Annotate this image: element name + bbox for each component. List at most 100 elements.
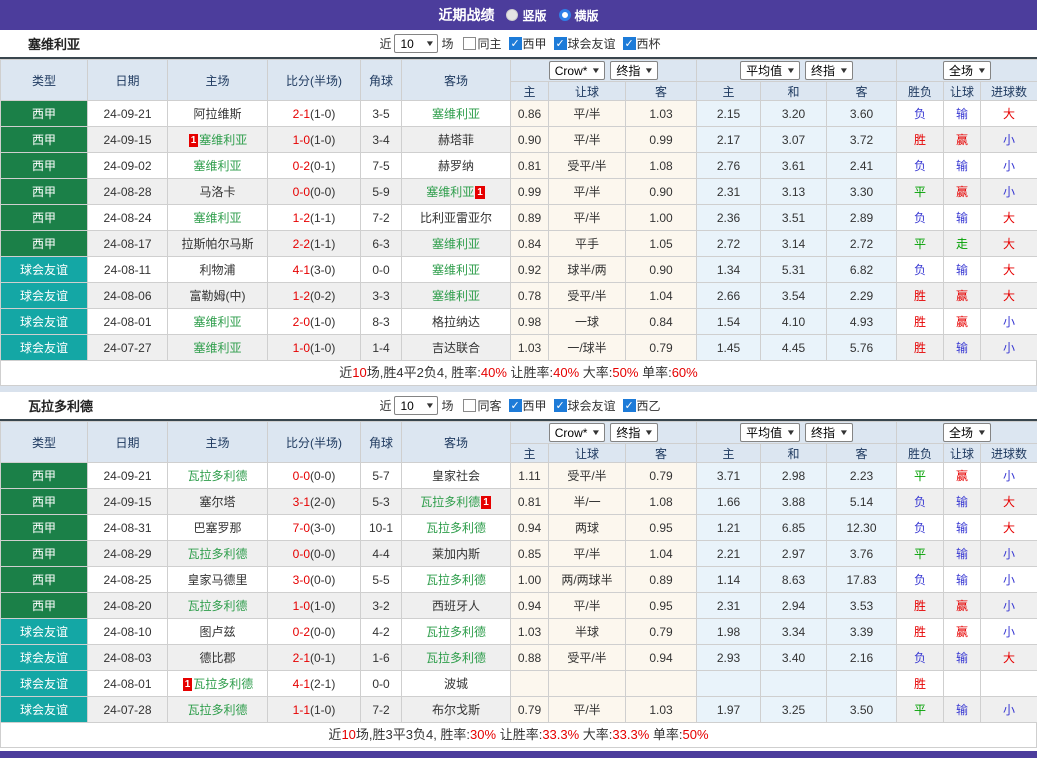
avg-away-odds: 6.82: [827, 257, 897, 283]
col-avg-home: 主: [697, 444, 761, 463]
radio-unselected-icon[interactable]: [559, 9, 571, 21]
result-wdl: 负: [897, 645, 944, 671]
halftime-score: (0-0): [310, 625, 335, 639]
crow-home-odds: 1.03: [511, 619, 549, 645]
fulltime-score: 4-1: [293, 263, 310, 277]
avg-away-odds: 3.39: [827, 619, 897, 645]
home-team: 1瓦拉多利德: [168, 671, 268, 697]
avg-away-odds: 2.29: [827, 283, 897, 309]
filter-club-friendly[interactable]: 球会友谊: [547, 397, 616, 414]
result-goals: 小: [981, 593, 1037, 619]
halftime-score: (3-0): [310, 521, 335, 535]
filter-laliga[interactable]: 西甲: [502, 397, 547, 414]
fulltime-score: 0-2: [293, 625, 310, 639]
filter-same-away[interactable]: 同客: [456, 397, 501, 414]
checkbox-icon[interactable]: [623, 37, 636, 50]
checkbox-icon[interactable]: [623, 399, 636, 412]
team-title: 塞维利亚: [28, 34, 80, 53]
crow-home-odds: 0.98: [511, 309, 549, 335]
corners-value: 5-5: [361, 567, 402, 593]
col-crow-home: 主: [511, 82, 549, 101]
average-select[interactable]: 平均值▼: [740, 61, 800, 80]
checkbox-icon[interactable]: [509, 399, 522, 412]
home-team: 拉斯帕尔马斯: [168, 231, 268, 257]
average-final-select[interactable]: 终指▼: [805, 423, 853, 442]
halftime-score: (0-0): [310, 185, 335, 199]
team-name: 瓦拉多利德: [426, 521, 486, 535]
scope-select[interactable]: 全场▼: [943, 423, 991, 442]
radio-selected-icon[interactable]: [506, 9, 518, 21]
league-badge: 球会友谊: [1, 671, 88, 697]
team-name: 瓦拉多利德: [426, 651, 486, 665]
crow-final-select[interactable]: 终指▼: [610, 61, 658, 80]
avg-home-odds: 2.21: [697, 541, 761, 567]
home-team: 瓦拉多利德: [168, 593, 268, 619]
result-goals: 小: [981, 619, 1037, 645]
corners-value: 3-2: [361, 593, 402, 619]
scope-select[interactable]: 全场▼: [943, 61, 991, 80]
league-badge: 西甲: [1, 489, 88, 515]
col-crow-home: 主: [511, 444, 549, 463]
chevron-down-icon: ▼: [977, 428, 987, 437]
away-team: 瓦拉多利德: [402, 567, 511, 593]
filter-club-friendly[interactable]: 球会友谊: [547, 35, 616, 52]
chevron-down-icon: ▼: [786, 428, 796, 437]
filter-laliga[interactable]: 西甲: [502, 35, 547, 52]
col-crow-line: 让球: [549, 82, 626, 101]
avg-home-odds: 1.34: [697, 257, 761, 283]
team-name: 格拉纳达: [432, 315, 480, 329]
average-select[interactable]: 平均值▼: [740, 423, 800, 442]
league-badge: 西甲: [1, 127, 88, 153]
filter-segunda[interactable]: 西乙: [616, 397, 661, 414]
checkbox-icon[interactable]: [554, 37, 567, 50]
average-final-select[interactable]: 终指▼: [805, 61, 853, 80]
crow-company-select[interactable]: Crow*▼: [549, 423, 606, 442]
result-handicap: 赢: [944, 463, 981, 489]
away-team: 瓦拉多利德: [402, 619, 511, 645]
checkbox-icon[interactable]: [463, 399, 476, 412]
checkbox-icon[interactable]: [554, 399, 567, 412]
crow-away-odds: 1.03: [626, 697, 697, 723]
match-date: 24-08-03: [88, 645, 168, 671]
score-cell: 0-2(0-0): [268, 619, 361, 645]
match-date: 24-08-28: [88, 179, 168, 205]
league-badge: 球会友谊: [1, 283, 88, 309]
average-final-value: 终指: [811, 62, 835, 79]
layout-radio-horizontal[interactable]: 横版: [559, 7, 599, 24]
summary-part: 场,胜3平3负4, 胜率:: [356, 727, 470, 742]
halftime-score: (3-0): [310, 263, 335, 277]
avg-draw-odds: 3.13: [761, 179, 827, 205]
score-cell: 3-1(2-0): [268, 489, 361, 515]
crow-home-odds: 0.89: [511, 205, 549, 231]
crow-handicap: 两球: [549, 515, 626, 541]
result-goals: [981, 671, 1037, 697]
checkbox-icon[interactable]: [463, 37, 476, 50]
match-row: 西甲24-09-151塞维利亚1-0(1-0)3-4赫塔菲0.90平/半0.99…: [1, 127, 1037, 153]
crow-company-select[interactable]: Crow*▼: [549, 61, 606, 80]
recent-count-select[interactable]: 10 ▼: [394, 34, 438, 53]
layout-radio-vertical[interactable]: 竖版: [506, 7, 546, 24]
crow-final-select[interactable]: 终指▼: [610, 423, 658, 442]
away-team: 塞维利亚: [402, 257, 511, 283]
filter-copa[interactable]: 西杯: [616, 35, 661, 52]
team-name: 塞维利亚: [193, 341, 241, 355]
result-goals: 小: [981, 697, 1037, 723]
avg-away-odds: 4.93: [827, 309, 897, 335]
checkbox-icon[interactable]: [509, 37, 522, 50]
col-home: 主场: [168, 422, 268, 463]
score-cell: 4-1(2-1): [268, 671, 361, 697]
team-name: 塞维利亚: [199, 133, 247, 147]
corners-value: 1-4: [361, 335, 402, 361]
recent-count-select[interactable]: 10 ▼: [394, 396, 438, 415]
avg-away-odds: 3.53: [827, 593, 897, 619]
score-cell: 1-0(1-0): [268, 593, 361, 619]
summary-part: 33.3%: [542, 727, 579, 742]
result-goals: 大: [981, 283, 1037, 309]
league-badge: 球会友谊: [1, 257, 88, 283]
team-name: 马洛卡: [199, 185, 235, 199]
filter-same-home[interactable]: 同主: [456, 35, 501, 52]
avg-draw-odds: 3.40: [761, 645, 827, 671]
col-crow-away: 客: [626, 82, 697, 101]
result-goals: 小: [981, 309, 1037, 335]
team-name: 塞维利亚: [432, 107, 480, 121]
